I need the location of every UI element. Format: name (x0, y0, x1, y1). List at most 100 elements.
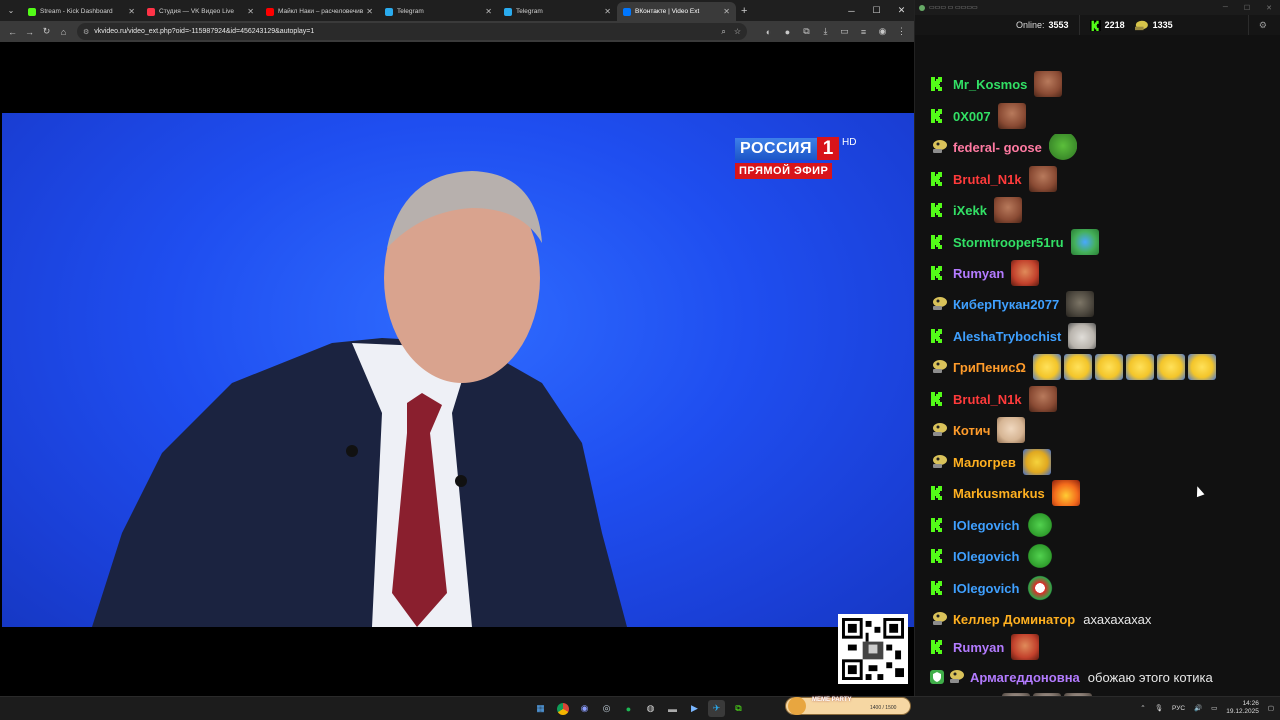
close-window-button[interactable]: ✕ (1266, 4, 1272, 12)
chat-username[interactable]: КиберПукан2077 (953, 297, 1059, 312)
address-bar[interactable]: ⚙ vkvideo.ru/video_ext.php?oid=-11598792… (77, 23, 747, 40)
minimize-button[interactable]: ─ (839, 0, 864, 21)
chat-username[interactable]: Котич (953, 423, 990, 438)
steam-icon[interactable]: ◎ (598, 700, 615, 717)
chat-username[interactable]: Rumyan (953, 266, 1004, 281)
browser-tab[interactable]: ВКонтакте | Video Ext ✕ (617, 2, 736, 21)
extension-icon[interactable]: ◐ (760, 23, 777, 40)
obs-icon[interactable]: ◍ (642, 700, 659, 717)
maximize-button[interactable]: ☐ (864, 0, 889, 21)
new-tab-button[interactable]: + (741, 5, 747, 17)
chat-message[interactable]: Brutal_N1k (930, 384, 1057, 414)
tab-close-icon[interactable]: ✕ (485, 7, 492, 16)
chat-username[interactable]: AleshaTrybochist (953, 329, 1061, 344)
widget-title: MEME PARTY (812, 697, 852, 703)
chat-message[interactable]: Brutal_N1k (930, 164, 1057, 194)
tab-close-icon[interactable]: ✕ (604, 7, 611, 16)
tray-overflow-icon[interactable]: ⌃ (1140, 704, 1145, 712)
chat-message[interactable]: Котич (930, 415, 1026, 445)
clock[interactable]: 14:26 19.12.2025 (1226, 700, 1259, 716)
bookmark-star-icon[interactable]: ☆ (734, 27, 741, 37)
chat-message[interactable]: ГриПенисΩ (930, 352, 1216, 382)
language-indicator[interactable]: РУС (1172, 705, 1185, 712)
maximize-button[interactable]: ☐ (1244, 4, 1250, 12)
chat-message[interactable]: federal- goose (930, 132, 1077, 162)
face-emote-icon (1028, 166, 1057, 192)
forward-button[interactable]: → (21, 23, 38, 40)
chat-message[interactable]: Rumyan (930, 258, 1040, 288)
notifications-icon[interactable]: ▢ (1268, 704, 1274, 712)
reload-button[interactable]: ↻ (38, 23, 55, 40)
telegram-icon[interactable]: ✈ (708, 700, 725, 717)
media-player-icon[interactable]: ▶ (686, 700, 703, 717)
chat-message[interactable]: Малогрев (930, 447, 1051, 477)
chat-message[interactable]: КиберПукан2077 (930, 289, 1095, 319)
chat-username[interactable]: Markusmarkus (953, 486, 1045, 501)
chat-username[interactable]: federal- goose (953, 140, 1042, 155)
app-icon[interactable]: ▬ (664, 700, 681, 717)
hd-label: HD (842, 137, 857, 148)
tab-close-icon[interactable]: ✕ (128, 7, 135, 16)
meme-party-widget[interactable]: MEME PARTY 1400 / 1500 (785, 697, 911, 715)
chat-username[interactable]: iXekk (953, 203, 987, 218)
chat-message[interactable]: iXekk (930, 195, 1022, 225)
browser-tab[interactable]: Telegram ✕ (498, 2, 617, 21)
reading-list-icon[interactable]: ≡ (855, 23, 872, 40)
browser-tab[interactable]: Студия — VK Видео Live ✕ (141, 2, 260, 21)
browser-tab[interactable]: Stream - Kick Dashboard ✕ (22, 2, 141, 21)
split-view-icon[interactable]: ▭ (836, 23, 853, 40)
minimize-button[interactable]: ─ (1223, 4, 1228, 12)
start-button[interactable]: ▦ (532, 700, 549, 717)
extension-icon[interactable]: ● (779, 23, 796, 40)
chat-message[interactable]: Mr_Kosmos (930, 69, 1063, 99)
chat-message[interactable]: IOlegovich (930, 541, 1055, 571)
tab-close-icon[interactable]: ✕ (723, 7, 730, 16)
chat-username[interactable]: IOlegovich (953, 581, 1019, 596)
video-player[interactable]: РОССИЯ 1 HD ПРЯМОЙ ЭФИР (2, 43, 914, 696)
network-icon[interactable]: ▭ (1211, 704, 1217, 712)
kick-app-icon[interactable]: ⧉ (730, 700, 747, 717)
chat-username[interactable]: ГриПенисΩ (953, 360, 1026, 375)
chat-username[interactable]: Rumyan (953, 640, 1004, 655)
tab-list-button[interactable]: ⌄ (2, 2, 20, 20)
home-button[interactable]: ⌂ (55, 23, 72, 40)
back-button[interactable]: ← (4, 23, 21, 40)
chat-message[interactable]: IOlegovich (930, 510, 1055, 540)
microphone-icon[interactable]: 🎙 (1155, 704, 1163, 712)
volume-icon[interactable]: 🔊 (1194, 704, 1202, 712)
chat-username[interactable]: Brutal_N1k (953, 172, 1022, 187)
tab-close-icon[interactable]: ✕ (247, 7, 254, 16)
site-info-icon[interactable]: ⚙ (83, 28, 89, 36)
chat-message[interactable]: AleshaTrybochist (930, 321, 1097, 351)
chat-username[interactable]: Brutal_N1k (953, 392, 1022, 407)
chat-username[interactable]: Stormtrooper51ru (953, 235, 1064, 250)
extensions-puzzle-icon[interactable]: ⧉ (798, 23, 815, 40)
chat-username[interactable]: Mr_Kosmos (953, 77, 1027, 92)
browser-tab[interactable]: Telegram ✕ (379, 2, 498, 21)
chat-message[interactable]: Rumyan (930, 632, 1040, 662)
chrome-icon[interactable] (554, 700, 571, 717)
tab-close-icon[interactable]: ✕ (366, 7, 373, 16)
spotify-icon[interactable]: ● (620, 700, 637, 717)
chat-username[interactable]: Келлер Доминатор (953, 612, 1075, 627)
chat-message[interactable]: Markusmarkus (930, 478, 1080, 508)
chat-username[interactable]: Армагеддоновна (970, 670, 1080, 685)
discord-icon[interactable]: ◉ (576, 700, 593, 717)
chat-message[interactable]: 0X007 (930, 101, 1026, 131)
close-window-button[interactable]: ✕ (889, 0, 914, 21)
blob-emote-icon (1026, 543, 1055, 569)
browser-tab[interactable]: Майкл Наки – расчеловечивание✕ (260, 2, 379, 21)
chat-username[interactable]: IOlegovich (953, 549, 1019, 564)
download-icon[interactable]: ⤓ (817, 23, 834, 40)
chat-username[interactable]: IOlegovich (953, 518, 1019, 533)
chat-message[interactable]: IOlegovich (930, 573, 1055, 603)
settings-icon[interactable]: ⚙ (1259, 20, 1267, 31)
zoom-icon[interactable]: ⌕ (721, 27, 725, 37)
chat-username[interactable]: Малогрев (953, 455, 1016, 470)
chat-username[interactable]: 0X007 (953, 109, 991, 124)
menu-icon[interactable]: ⋮ (893, 23, 910, 40)
profile-icon[interactable]: ◉ (874, 23, 891, 40)
chat-message[interactable]: Келлер Доминатор ахахахахах (930, 604, 1151, 634)
chat-message[interactable]: Армагеддоновна обожаю этого котика (930, 662, 1213, 692)
chat-message[interactable]: Stormtrooper51ru (930, 227, 1099, 257)
